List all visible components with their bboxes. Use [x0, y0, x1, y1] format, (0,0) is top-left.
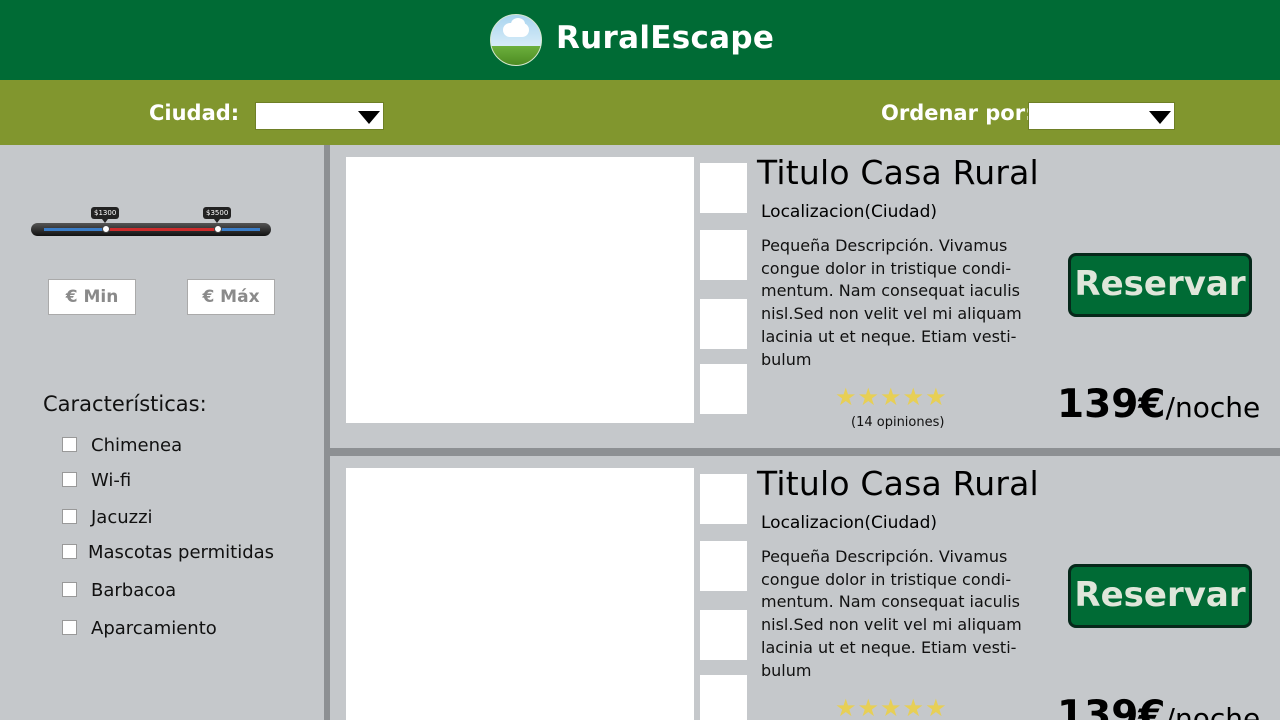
listing-main-photo[interactable]: [346, 157, 694, 423]
price-unit: /noche: [1165, 702, 1261, 720]
feature-label-mascotas: Mascotas permitidas: [88, 542, 275, 563]
chevron-down-icon: [358, 111, 380, 124]
checkbox-barbacoa[interactable]: [62, 582, 77, 597]
listing-thumbnail[interactable]: [700, 163, 747, 213]
slider-selected-range: [106, 228, 218, 231]
slider-min-tooltip: $1300: [91, 207, 120, 223]
filter-bar: Ciudad: Ordenar por:: [0, 80, 1280, 145]
description-line: mentum. Nam consequat iaculis: [761, 592, 1020, 612]
checkbox-jacuzzi[interactable]: [62, 509, 77, 524]
description-line: congue dolor in tristique condi-: [761, 569, 1012, 589]
top-header: RuralEscape: [0, 0, 1280, 80]
listing-thumbnail[interactable]: [700, 541, 747, 591]
star-rating-icon: ★★★★★: [835, 694, 948, 720]
cloud-puff: [511, 18, 525, 30]
reserve-button[interactable]: Reservar: [1068, 253, 1252, 317]
listing-description: Pequeña Descripción. Vivamus congue dolo…: [761, 235, 1051, 371]
slider-range-outer-left: [44, 228, 106, 231]
listing-thumbnail[interactable]: [700, 230, 747, 280]
max-price-input[interactable]: € Máx: [187, 279, 275, 315]
brand-name[interactable]: RuralEscape: [556, 20, 774, 56]
description-line: Pequeña Descripción. Vivamus: [761, 236, 1008, 255]
feature-label-aparcamiento: Aparcamiento: [91, 618, 217, 639]
listing-card: Titulo Casa Rural Localizacion(Ciudad) P…: [330, 456, 1280, 720]
review-count[interactable]: (14 opiniones): [851, 415, 944, 430]
chevron-down-icon: [1149, 111, 1171, 124]
listing-price: 139€/noche: [1057, 693, 1260, 720]
listing-location: Localizacion(Ciudad): [761, 202, 938, 222]
min-price-input[interactable]: € Min: [48, 279, 136, 315]
checkbox-mascotas[interactable]: [62, 544, 77, 559]
price-amount: 139€: [1057, 693, 1166, 720]
slider-min-handle[interactable]: [102, 225, 110, 233]
feature-label-chimenea: Chimenea: [91, 435, 183, 456]
checkbox-chimenea[interactable]: [62, 437, 77, 452]
price-amount: 139€: [1057, 382, 1166, 427]
description-line: Pequeña Descripción. Vivamus: [761, 547, 1008, 566]
city-select[interactable]: [255, 102, 384, 130]
listing-title[interactable]: Titulo Casa Rural: [757, 153, 1039, 192]
listing-thumbnail[interactable]: [700, 364, 747, 414]
slider-max-tooltip: $3500: [203, 207, 232, 223]
listing-thumbnail[interactable]: [700, 675, 747, 720]
landscape-logo-icon[interactable]: [490, 14, 542, 66]
features-title: Características:: [43, 392, 207, 416]
listing-thumbnail[interactable]: [700, 610, 747, 660]
description-line: bulum: [761, 349, 812, 369]
description-line: mentum. Nam consequat iaculis: [761, 281, 1020, 301]
listing-location: Localizacion(Ciudad): [761, 513, 938, 533]
checkbox-aparcamiento[interactable]: [62, 620, 77, 635]
sort-label: Ordenar por:: [881, 101, 1034, 125]
description-line: congue dolor in tristique condi-: [761, 258, 1012, 278]
description-line: lacinia ut et neque. Etiam vesti-: [761, 637, 1017, 657]
listing-divider: [330, 448, 1280, 456]
sort-select[interactable]: [1028, 102, 1175, 130]
checkbox-wifi[interactable]: [62, 472, 77, 487]
listing-card: Titulo Casa Rural Localizacion(Ciudad) P…: [330, 145, 1280, 448]
city-label: Ciudad:: [149, 101, 240, 125]
listing-description: Pequeña Descripción. Vivamus congue dolo…: [761, 546, 1051, 682]
slider-max-handle[interactable]: [214, 225, 222, 233]
description-line: lacinia ut et neque. Etiam vesti-: [761, 326, 1017, 346]
feature-label-barbacoa: Barbacoa: [91, 580, 177, 601]
listing-title[interactable]: Titulo Casa Rural: [757, 464, 1039, 503]
reserve-button[interactable]: Reservar: [1068, 564, 1252, 628]
slider-range-outer-right: [218, 228, 260, 231]
star-rating-icon: ★★★★★: [835, 383, 948, 411]
feature-label-wifi: Wi-fi: [91, 470, 132, 491]
description-line: nisl.Sed non velit vel mi aliquam: [761, 304, 1022, 324]
listing-price: 139€/noche: [1057, 382, 1260, 427]
feature-label-jacuzzi: Jacuzzi: [91, 507, 153, 528]
listing-thumbnail[interactable]: [700, 299, 747, 349]
listing-thumbnail[interactable]: [700, 474, 747, 524]
description-line: bulum: [761, 660, 812, 680]
description-line: nisl.Sed non velit vel mi aliquam: [761, 615, 1022, 635]
price-unit: /noche: [1165, 391, 1261, 424]
listing-main-photo[interactable]: [346, 468, 694, 720]
